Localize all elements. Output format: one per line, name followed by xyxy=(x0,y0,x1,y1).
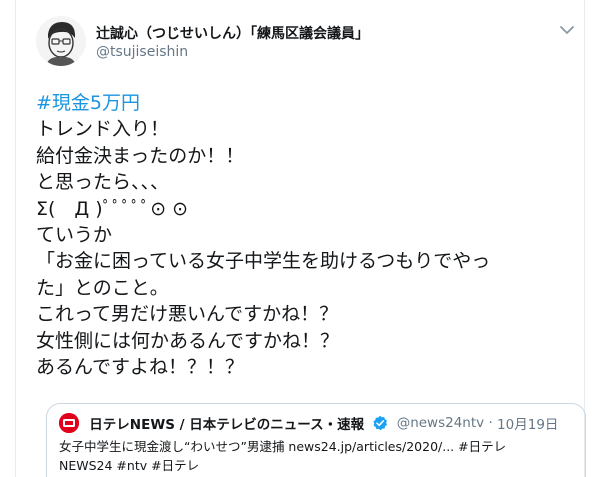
verified-badge-icon xyxy=(372,415,388,431)
tweet-line: 女性側には何かあるんですかね！？ xyxy=(36,329,340,352)
tweet-line: これって男だけ悪いんですかね！？ xyxy=(36,303,339,326)
tweet-line: た」とのこと。 xyxy=(36,276,169,299)
quoted-handle[interactable]: @news24ntv xyxy=(397,415,484,431)
avatar-sketch-icon xyxy=(36,16,86,66)
quoted-text-line: NEWS24 #ntv #日テレ xyxy=(59,458,200,473)
quoted-display-name[interactable]: 日テレNEWS / 日本テレビのニュース・速報 xyxy=(89,417,364,433)
tweet-line: ていうか xyxy=(36,224,113,247)
chevron-down-icon[interactable] xyxy=(558,22,576,36)
tweet-line: と思ったら、、、 xyxy=(36,171,170,194)
meta-separator: · xyxy=(488,415,493,431)
tweet-line: トレンド入り！ xyxy=(36,118,170,141)
hashtag-link[interactable]: #現金5万円 xyxy=(36,90,596,116)
tweet-line: あるんですよね！？！？ xyxy=(36,356,245,379)
tweet-card: 辻誠心（つじせいしん）「練馬区議会議員」 @tsujiseishin #現金5万… xyxy=(15,0,586,477)
quoted-tweet-header: 日テレNEWS / 日本テレビのニュース・速報 @news24ntv · 10月… xyxy=(59,413,558,433)
quoted-date[interactable]: 10月19日 xyxy=(497,417,558,433)
tweet-text: #現金5万円 トレンド入り！ 給付金決まったのか！！ と思ったら、、、 Σ( Д… xyxy=(36,90,596,380)
tweet-line: 「お金に困っている女子中学生を助けるつもりでやっ xyxy=(36,250,491,273)
quoted-text-line: 女子中学生に現金渡し“わいせつ”男逮捕 news24.jp/articles/2… xyxy=(59,439,507,454)
user-handle[interactable]: @tsujiseishin xyxy=(96,44,188,60)
quoted-tweet-text: 女子中学生に現金渡し“わいせつ”男逮捕 news24.jp/articles/2… xyxy=(59,437,569,475)
display-name[interactable]: 辻誠心（つじせいしん）「練馬区議会議員」 xyxy=(96,23,369,43)
ntv-logo-icon[interactable] xyxy=(59,413,79,433)
avatar[interactable] xyxy=(36,16,86,66)
tweet-line: 給付金決まったのか！！ xyxy=(36,144,245,167)
tweet-line: Σ( Д )ﾟﾟﾟﾟﾟ⊙ ⊙ xyxy=(36,197,189,220)
quoted-tweet[interactable]: 日テレNEWS / 日本テレビのニュース・速報 @news24ntv · 10月… xyxy=(46,403,586,477)
